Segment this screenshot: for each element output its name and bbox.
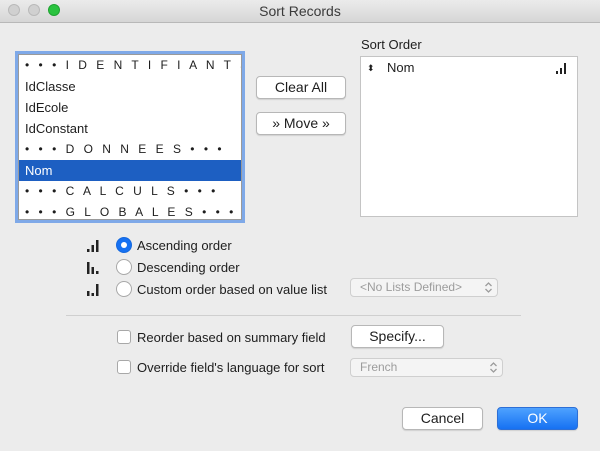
custom-order-label: Custom order based on value list xyxy=(137,282,328,297)
ok-button[interactable]: OK xyxy=(497,407,578,430)
reorder-summary-checkbox[interactable] xyxy=(117,330,131,344)
descending-order-radio[interactable] xyxy=(116,259,132,275)
override-language-label: Override field's language for sort xyxy=(137,360,325,375)
chevron-updown-icon xyxy=(485,282,492,293)
field-list-item[interactable]: Nom xyxy=(19,160,241,181)
clear-all-button[interactable]: Clear All xyxy=(256,76,346,99)
override-language-checkbox[interactable] xyxy=(117,360,131,374)
value-list-select-value: <No Lists Defined> xyxy=(360,280,463,294)
field-list-separator: • • • C A L C U L S • • • xyxy=(25,184,219,198)
reorder-summary-label: Reorder based on summary field xyxy=(137,330,326,345)
ascending-order-icon xyxy=(87,240,99,252)
language-select-value: French xyxy=(360,360,398,374)
sort-order-list[interactable]: ⬍ Nom xyxy=(360,56,578,217)
specify-button[interactable]: Specify... xyxy=(351,325,444,348)
custom-order-radio[interactable] xyxy=(116,281,132,297)
ascending-order-label: Ascending order xyxy=(137,238,232,253)
section-divider xyxy=(66,315,521,316)
language-select[interactable]: French xyxy=(350,358,503,377)
field-list-separator: • • • D O N N E E S • • • xyxy=(25,142,225,156)
field-list-item[interactable]: IdEcole xyxy=(19,97,241,118)
field-list-separator: • • • G L O B A L E S • • • xyxy=(25,205,237,219)
custom-order-icon xyxy=(87,284,99,296)
sort-order-label: Sort Order xyxy=(361,37,422,52)
move-button[interactable]: » Move » xyxy=(256,112,346,135)
ascending-order-radio[interactable] xyxy=(116,237,132,253)
descending-order-icon xyxy=(87,262,99,274)
sort-order-item[interactable]: ⬍ Nom xyxy=(361,57,577,79)
ascending-order-icon xyxy=(556,63,566,74)
descending-order-label: Descending order xyxy=(137,260,240,275)
field-list-item[interactable]: IdConstant xyxy=(19,118,241,139)
sort-order-item-label: Nom xyxy=(387,60,415,75)
window-title: Sort Records xyxy=(259,3,341,19)
title-bar: Sort Records xyxy=(0,0,600,23)
field-list[interactable]: • • • I D E N T I F I A N T S • • • IdCl… xyxy=(18,54,242,220)
cancel-button[interactable]: Cancel xyxy=(402,407,483,430)
field-list-item[interactable]: IdClasse xyxy=(19,76,241,97)
chevron-updown-icon xyxy=(490,362,497,373)
value-list-select[interactable]: <No Lists Defined> xyxy=(350,278,498,297)
drag-handle-icon[interactable]: ⬍ xyxy=(367,57,375,79)
field-list-separator: • • • I D E N T I F I A N T S • • • xyxy=(25,58,241,72)
